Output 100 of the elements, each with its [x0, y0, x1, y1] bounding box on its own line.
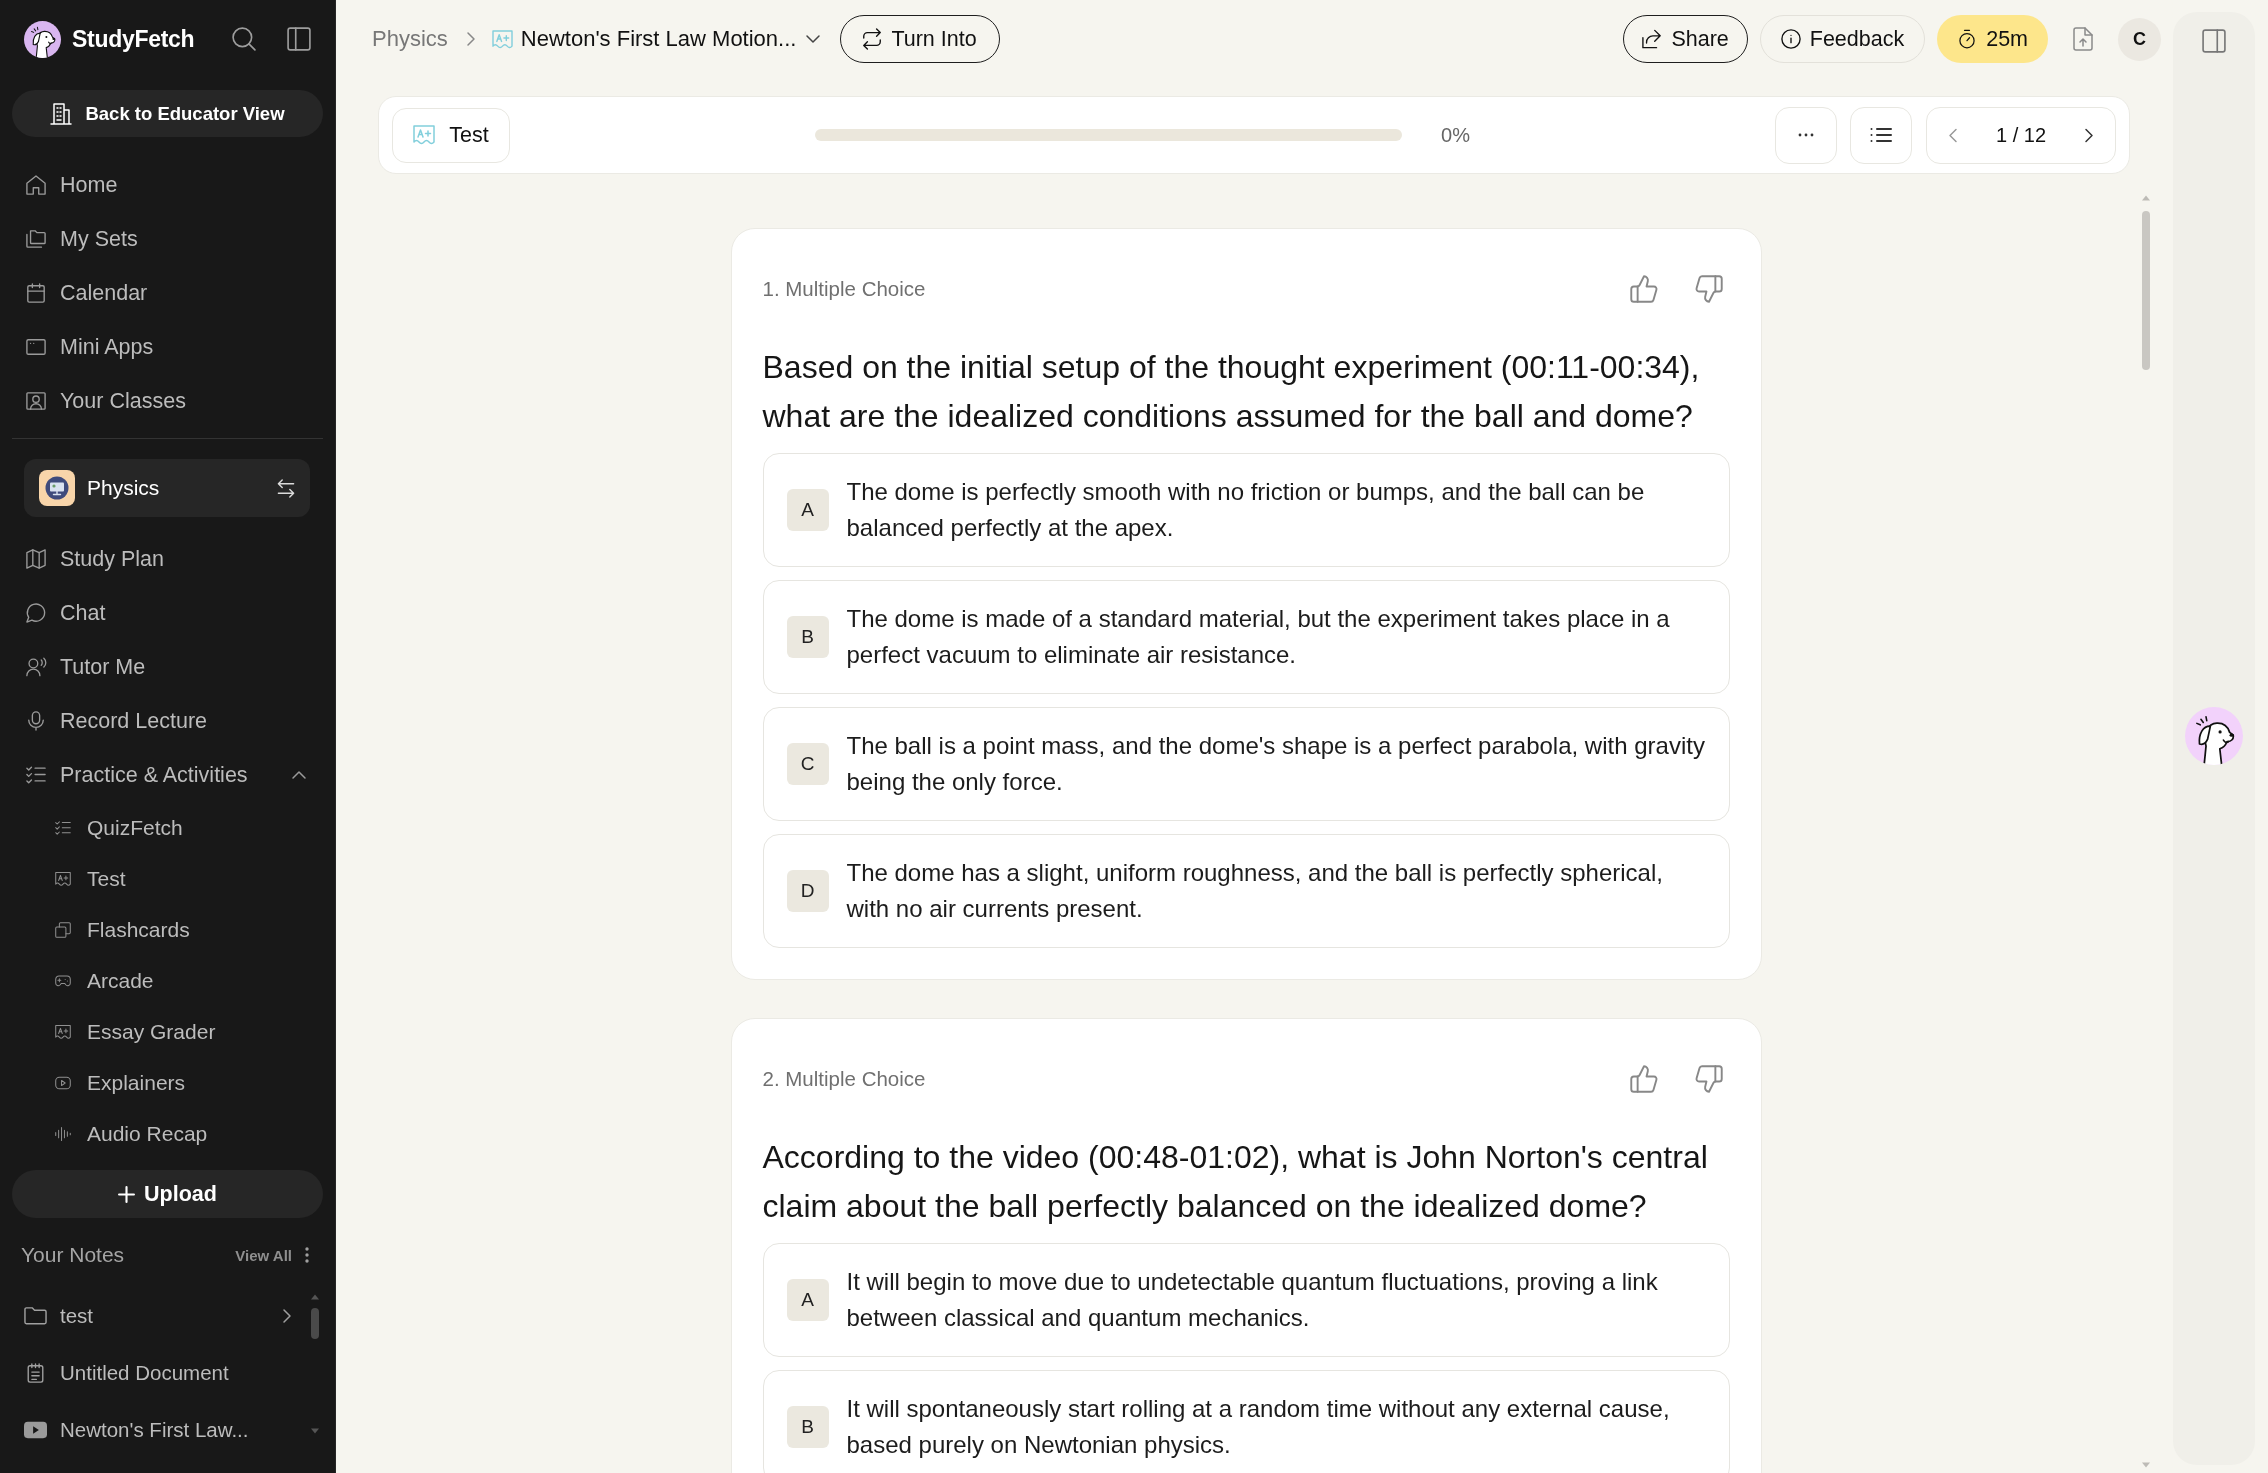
answer-option[interactable]: A The dome is perfectly smooth with no friction or bumps, and the ball can be balanced perfectly at the apex. [762, 453, 1730, 567]
dog-icon[interactable] [24, 20, 61, 58]
nav-item[interactable]: Calendar [12, 266, 323, 320]
folder-icon [24, 1305, 47, 1326]
repeat-icon [862, 28, 883, 50]
play-icon [55, 1074, 71, 1091]
thumbs-down-icon[interactable] [1694, 1065, 1723, 1093]
panel-toggle-icon[interactable] [2202, 29, 2226, 53]
thumbs-down-icon[interactable] [1694, 275, 1723, 303]
nav-item[interactable]: Tutor Me [12, 640, 323, 694]
thumbs-up-icon[interactable] [1629, 1065, 1658, 1093]
stopwatch-icon [1957, 29, 1978, 49]
chevron-right-icon [283, 1308, 291, 1323]
nav-item[interactable]: Flashcards [12, 904, 323, 955]
swap-icon [277, 478, 295, 498]
note-item[interactable]: Newton's First Law... [12, 1401, 311, 1458]
checklist-icon [26, 765, 46, 785]
class-icon [39, 470, 75, 506]
note-item[interactable]: Untitled Document [12, 1344, 311, 1401]
nav-item[interactable]: Explainers [12, 1057, 323, 1108]
page-counter: 1 / 12 [1995, 123, 2046, 147]
document-switcher[interactable]: Newton's First Law Motion... [491, 26, 821, 52]
graded-paper-icon [413, 125, 436, 145]
section-title: Your Notes [21, 1243, 126, 1267]
nav-item[interactable]: Your Classes [12, 374, 323, 428]
microphone-icon [26, 711, 46, 731]
answer-option[interactable]: D The dome has a slight, uniform roughness, and the ball is perfectly spherical, with no air currents present. [762, 834, 1730, 948]
graded-paper-icon [55, 1023, 71, 1040]
video-icon [24, 1419, 47, 1440]
nav-item[interactable]: Arcade [12, 955, 323, 1006]
nav-item[interactable]: Home [12, 158, 323, 212]
option-letter: B [786, 1406, 829, 1448]
note-item[interactable]: test [12, 1287, 311, 1344]
nav-item[interactable]: Chat [12, 586, 323, 640]
nav-item[interactable]: Audio Recap [12, 1108, 323, 1159]
app-window-icon [26, 337, 46, 357]
chevron-right-icon [466, 32, 475, 46]
cards-icon [55, 921, 71, 938]
chevron-down-icon [806, 35, 821, 43]
answer-option[interactable]: C The ball is a point mass, and the dome's shape is a perfect parabola, with gravity being the only force. [762, 707, 1730, 821]
scroll-down-icon[interactable] [311, 1428, 319, 1434]
map-icon [26, 549, 46, 569]
educator-view-button[interactable]: Back to Educator View [12, 90, 323, 137]
nav-item[interactable]: Mini Apps [12, 320, 323, 374]
view-all-link[interactable]: View All [235, 1246, 292, 1264]
option-letter: A [786, 489, 829, 531]
chevron-right-icon[interactable] [2085, 127, 2093, 143]
building-icon [50, 102, 73, 125]
list-icon [1870, 127, 1892, 143]
answer-option[interactable]: B The dome is made of a standard material, but the experiment takes place in a perfect vacuum to eliminate air resistance. [762, 580, 1730, 694]
house-icon [26, 175, 46, 195]
nav-group-toggle[interactable]: Practice & Activities [12, 748, 323, 802]
scrollbar-thumb[interactable] [2142, 211, 2150, 370]
graded-paper-icon [55, 870, 71, 887]
option-letter: B [786, 616, 829, 658]
person-voice-icon [26, 657, 46, 677]
calendar-icon [26, 283, 46, 303]
classroom-icon [26, 391, 46, 411]
avatar[interactable]: C [2118, 17, 2161, 61]
brand-name: StudyFetch [72, 25, 196, 53]
breadcrumb-link[interactable]: Physics [372, 26, 448, 52]
share-icon [1642, 29, 1663, 49]
progress-label: 0% [1441, 123, 1470, 147]
option-letter: D [786, 870, 829, 912]
thumbs-up-icon[interactable] [1629, 275, 1658, 303]
sidebar-toggle-icon[interactable] [287, 27, 311, 51]
file-upload-icon[interactable] [2073, 27, 2093, 51]
option-letter: A [786, 1279, 829, 1321]
question-list-button[interactable] [1850, 106, 1912, 164]
answer-option[interactable]: B It will spontaneously start rolling at a random time without any external cause, based purely on Newtonian physics. [762, 1370, 1730, 1473]
ellipsis-icon [1798, 133, 1814, 137]
more-icon[interactable] [305, 1247, 309, 1263]
folders-icon [26, 229, 46, 249]
nav-item[interactable]: Essay Grader [12, 1006, 323, 1057]
class-switcher[interactable]: Physics [24, 459, 310, 517]
question-type-label: 1. Multiple Choice [762, 277, 927, 301]
dog-icon[interactable] [2185, 707, 2243, 765]
scroll-up-icon[interactable] [311, 1294, 319, 1300]
mode-button[interactable]: Test [392, 107, 510, 163]
plus-icon [118, 1185, 136, 1203]
info-icon [1780, 29, 1801, 49]
audio-wave-icon [55, 1125, 71, 1142]
timer-button[interactable]: 25m [1937, 15, 2048, 63]
nav-item[interactable]: Study Plan [12, 532, 323, 586]
speech-bubble-icon [26, 603, 46, 623]
upload-button[interactable]: Upload [12, 1170, 323, 1218]
checklist-icon [55, 819, 71, 836]
graded-paper-icon [491, 29, 513, 49]
scrollbar-thumb[interactable] [311, 1308, 319, 1339]
chevron-left-icon[interactable] [1949, 127, 1957, 143]
gamepad-icon [55, 972, 71, 989]
nav-item[interactable]: QuizFetch [12, 802, 323, 853]
answer-option[interactable]: A It will begin to move due to undetectable quantum fluctuations, proving a link between classical and quantum mechanics. [762, 1243, 1730, 1357]
question-text: Based on the initial setup of the thought experiment (00:11-00:34), what are the idealized conditions assumed for the ball and dome? [762, 348, 1701, 436]
nav-item[interactable]: Record Lecture [12, 694, 323, 748]
nav-item[interactable]: My Sets [12, 212, 323, 266]
search-icon[interactable] [232, 27, 256, 51]
question-type-label: 2. Multiple Choice [762, 1067, 927, 1091]
question-text: According to the video (00:48-01:02), what is John Norton's central claim about the ball perfectly balanced on the idealized dome? [762, 1138, 1709, 1226]
nav-item[interactable]: Test [12, 853, 323, 904]
